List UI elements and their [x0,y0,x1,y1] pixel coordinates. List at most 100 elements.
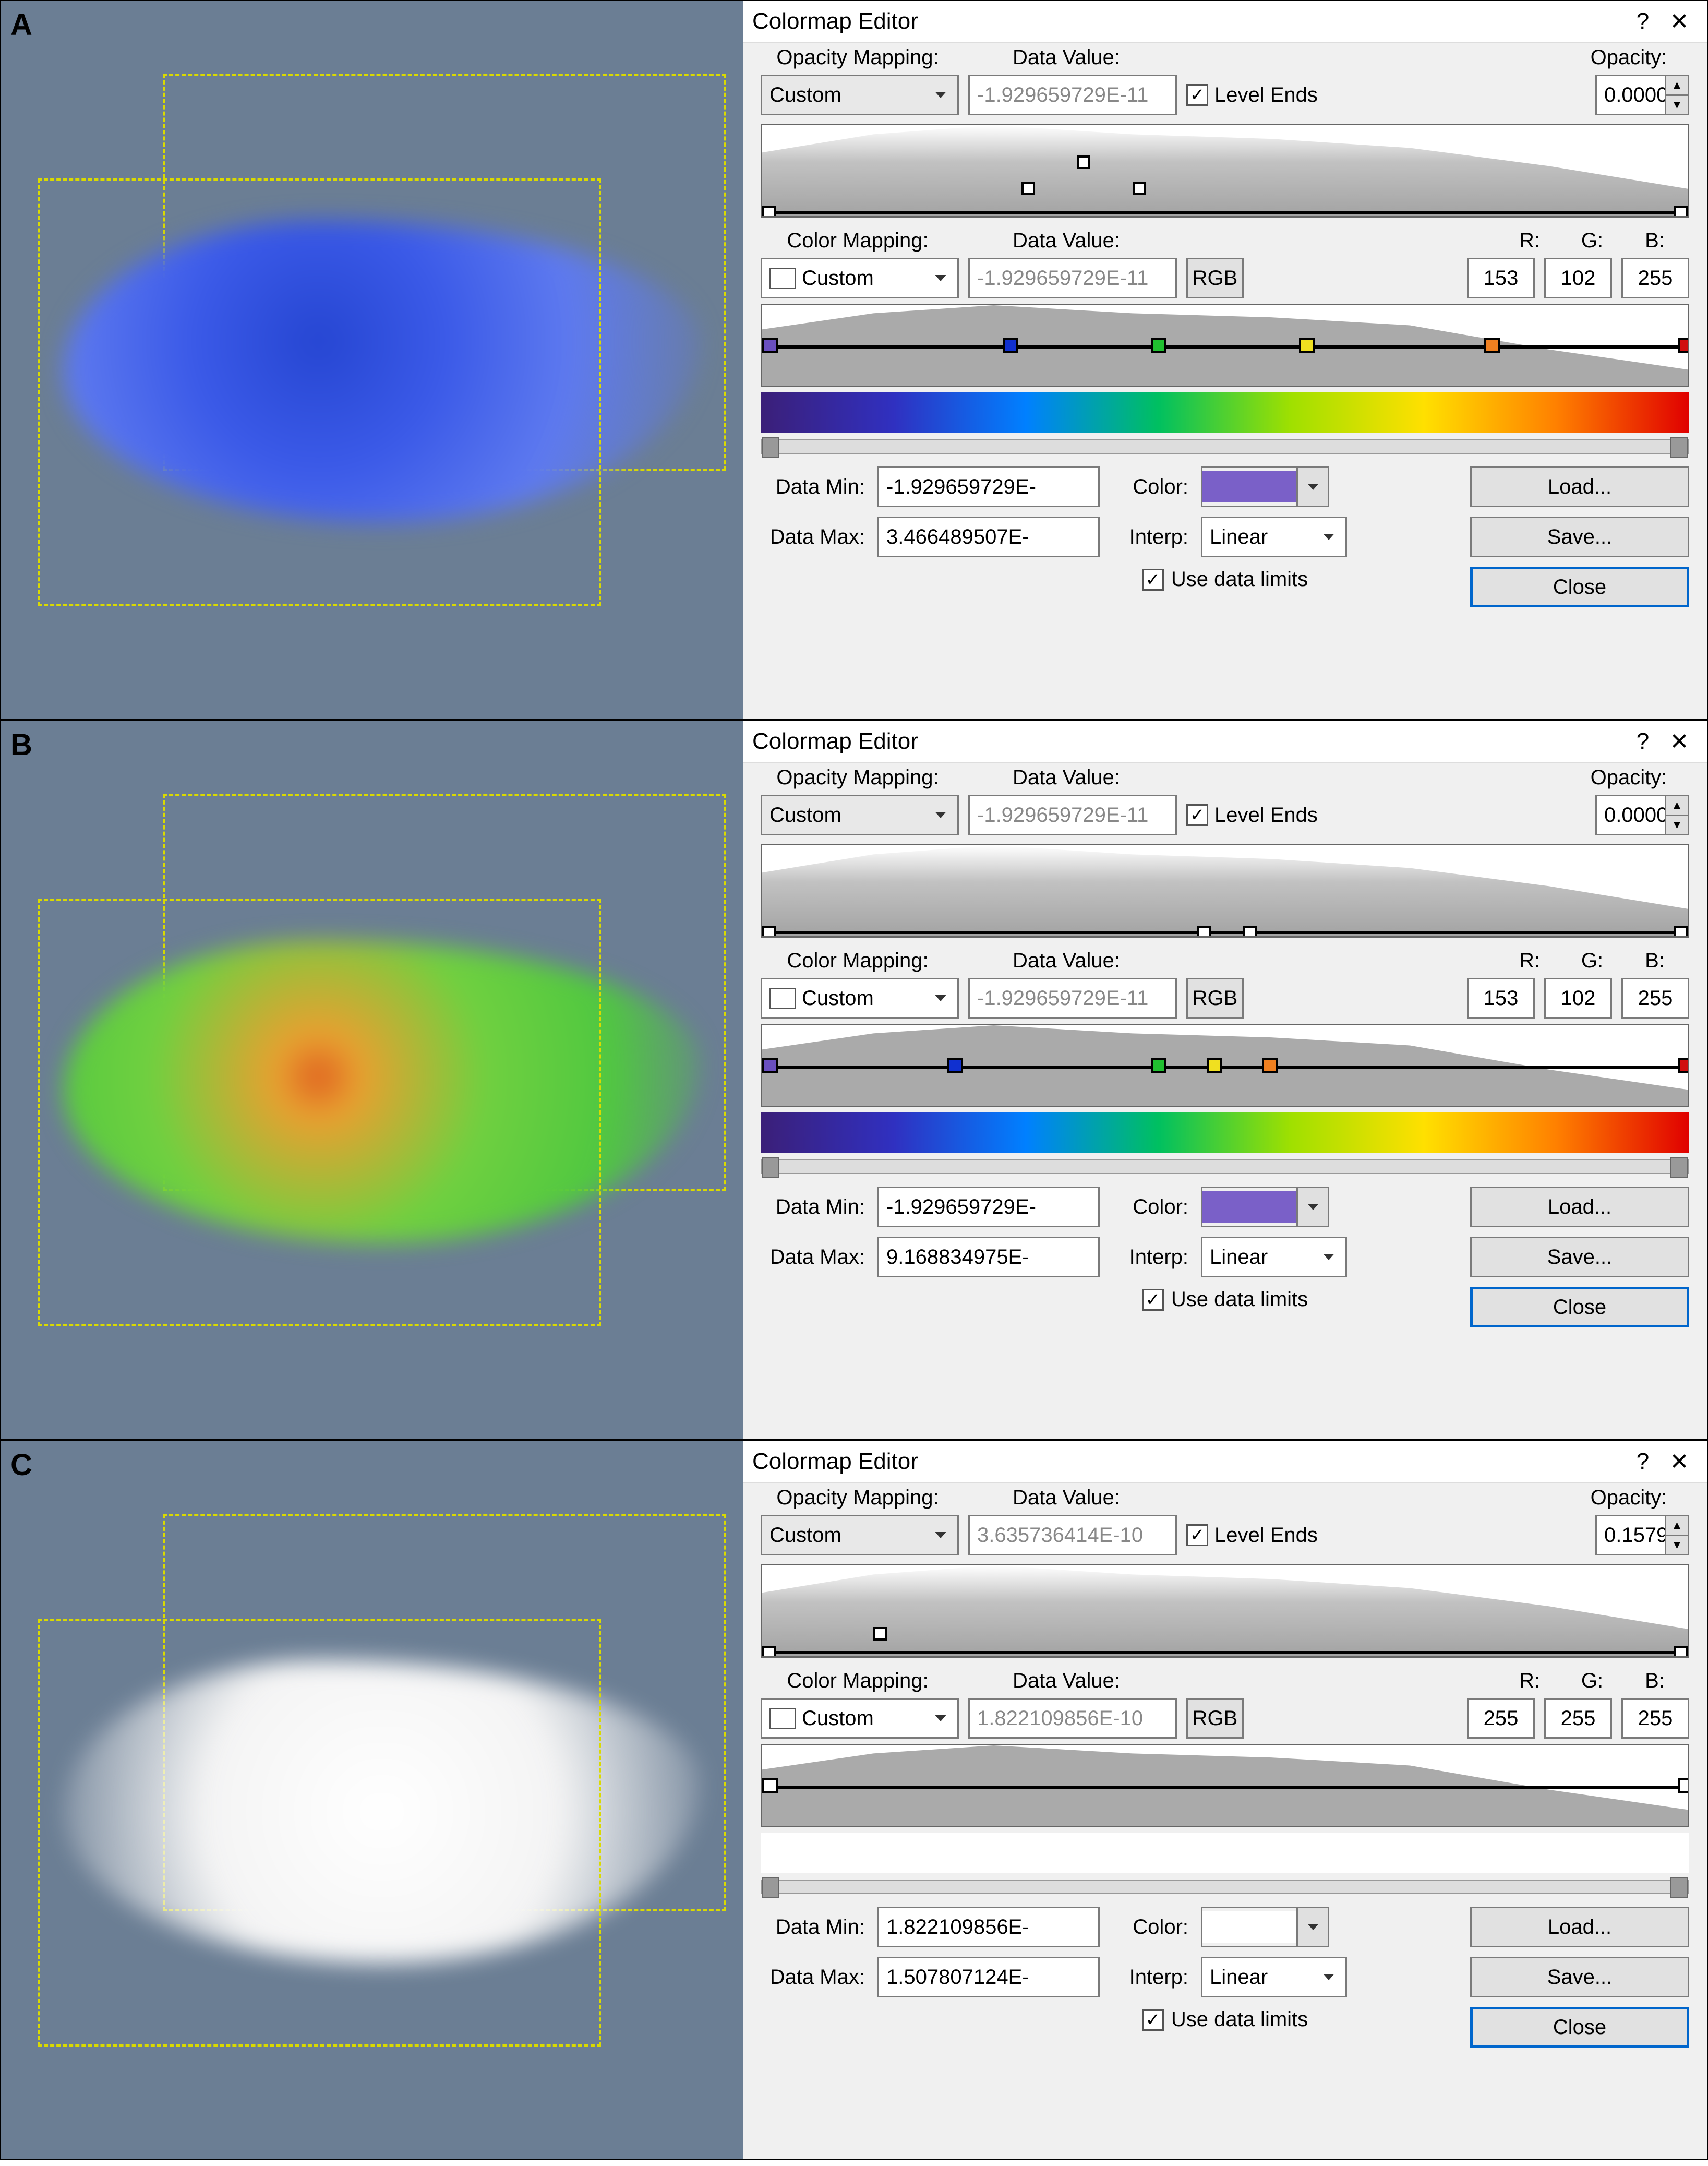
close-icon[interactable]: ✕ [1661,8,1698,35]
g-field[interactable]: 255 [1544,1698,1612,1739]
r-field[interactable]: 153 [1467,978,1535,1019]
rgb-button[interactable]: RGB [1186,978,1244,1019]
color-strip-marker[interactable] [1678,1778,1689,1793]
color-mapping-combo[interactable]: Custom [761,978,959,1019]
color-strip-marker[interactable] [1151,1058,1166,1073]
color-strip-marker[interactable] [1003,338,1018,353]
save-button[interactable]: Save... [1470,1237,1689,1277]
range-slider[interactable] [761,1880,1689,1894]
color-strip[interactable] [761,1024,1689,1107]
color-strip[interactable] [761,1744,1689,1827]
close-icon[interactable]: ✕ [1661,1449,1698,1475]
color-data-value-field[interactable]: -1.929659729E-11 [968,258,1177,298]
opacity-data-value-field[interactable]: 3.635736414E-10 [968,1515,1177,1555]
opacity-spinner[interactable]: 0.1579 ▲▼ [1595,1515,1689,1555]
data-min-field[interactable]: -1.929659729E- [877,1187,1100,1227]
data-min-label: Data Min: [761,475,870,499]
level-ends-checkbox[interactable]: ✓ Level Ends [1186,83,1318,107]
opacity-spinner[interactable]: 0.0000 ▲▼ [1595,75,1689,115]
data-min-field[interactable]: 1.822109856E- [877,1907,1100,1947]
opacity-spinner[interactable]: 0.0000 ▲▼ [1595,795,1689,835]
data-max-field[interactable]: 1.507807124E- [877,1957,1100,1997]
help-button[interactable]: ? [1625,8,1661,34]
interp-combo[interactable]: Linear [1201,517,1347,557]
spin-up-icon[interactable]: ▲ [1665,1516,1688,1535]
slider-knob-max[interactable] [1670,1157,1688,1178]
opacity-mapping-combo[interactable]: Custom [761,1515,959,1555]
viz-3d[interactable]: A [1,1,743,719]
color-strip-marker[interactable] [762,1058,778,1073]
b-field[interactable]: 255 [1621,1698,1689,1739]
opacity-data-value-field[interactable]: -1.929659729E-11 [968,795,1177,835]
data-max-field[interactable]: 9.168834975E- [877,1237,1100,1277]
spin-up-icon[interactable]: ▲ [1665,796,1688,815]
rgb-button[interactable]: RGB [1186,1698,1244,1739]
color-strip-marker[interactable] [1262,1058,1278,1073]
color-picker[interactable] [1201,1187,1329,1227]
opacity-histogram[interactable] [761,1564,1689,1658]
color-strip-marker[interactable] [762,338,778,353]
slider-knob-min[interactable] [762,1877,779,1898]
color-strip-marker[interactable] [1299,338,1315,353]
range-slider[interactable] [761,1159,1689,1174]
opacity-histogram[interactable] [761,124,1689,218]
chevron-down-icon [1304,477,1322,496]
opacity-mapping-combo[interactable]: Custom [761,75,959,115]
data-min-field[interactable]: -1.929659729E- [877,466,1100,507]
color-strip-marker[interactable] [1678,338,1689,353]
slider-knob-min[interactable] [762,1157,779,1178]
level-ends-checkbox[interactable]: ✓ Level Ends [1186,1524,1318,1547]
slider-knob-max[interactable] [1670,437,1688,458]
load-button[interactable]: Load... [1470,1907,1689,1947]
help-button[interactable]: ? [1625,1449,1661,1475]
opacity-mapping-combo[interactable]: Custom [761,795,959,835]
color-data-value-field[interactable]: -1.929659729E-11 [968,978,1177,1019]
color-data-value-field[interactable]: 1.822109856E-10 [968,1698,1177,1739]
data-max-field[interactable]: 3.466489507E- [877,517,1100,557]
spin-down-icon[interactable]: ▼ [1665,815,1688,834]
color-strip-marker[interactable] [1151,338,1166,353]
color-strip-marker[interactable] [762,1778,778,1793]
color-strip-marker[interactable] [947,1058,963,1073]
color-strip-marker[interactable] [1207,1058,1222,1073]
range-slider[interactable] [761,439,1689,454]
viz-3d[interactable]: C [1,1441,743,2159]
color-strip[interactable] [761,304,1689,387]
color-strip-marker[interactable] [1484,338,1500,353]
save-button[interactable]: Save... [1470,1957,1689,1997]
close-icon[interactable]: ✕ [1661,728,1698,755]
level-ends-checkbox[interactable]: ✓ Level Ends [1186,804,1318,827]
b-field[interactable]: 255 [1621,258,1689,298]
help-button[interactable]: ? [1625,728,1661,755]
interp-label: Interp: [1115,1246,1194,1269]
bounding-box-front [38,178,601,606]
g-field[interactable]: 102 [1544,258,1612,298]
load-button[interactable]: Load... [1470,466,1689,507]
opacity-histogram[interactable] [761,844,1689,938]
rgb-button[interactable]: RGB [1186,258,1244,298]
interp-combo[interactable]: Linear [1201,1957,1347,1997]
opacity-data-value-field[interactable]: -1.929659729E-11 [968,75,1177,115]
save-button[interactable]: Save... [1470,517,1689,557]
color-picker[interactable] [1201,1907,1329,1947]
spin-down-icon[interactable]: ▼ [1665,1535,1688,1554]
use-data-limits-checkbox[interactable]: ✓ [1142,2009,1164,2031]
slider-knob-min[interactable] [762,437,779,458]
use-data-limits-checkbox[interactable]: ✓ [1142,569,1164,591]
r-field[interactable]: 255 [1467,1698,1535,1739]
g-field[interactable]: 102 [1544,978,1612,1019]
use-data-limits-checkbox[interactable]: ✓ [1142,1289,1164,1311]
load-button[interactable]: Load... [1470,1187,1689,1227]
color-strip-marker[interactable] [1678,1058,1689,1073]
spin-up-icon[interactable]: ▲ [1665,76,1688,94]
slider-knob-max[interactable] [1670,1877,1688,1898]
interp-combo[interactable]: Linear [1201,1237,1347,1277]
b-field[interactable]: 255 [1621,978,1689,1019]
color-mapping-label: Color Mapping: [764,229,952,253]
color-picker[interactable] [1201,466,1329,507]
r-field[interactable]: 153 [1467,258,1535,298]
spin-down-icon[interactable]: ▼ [1665,94,1688,114]
viz-3d[interactable]: B [1,721,743,1439]
color-mapping-combo[interactable]: Custom [761,258,959,298]
color-mapping-combo[interactable]: Custom [761,1698,959,1739]
